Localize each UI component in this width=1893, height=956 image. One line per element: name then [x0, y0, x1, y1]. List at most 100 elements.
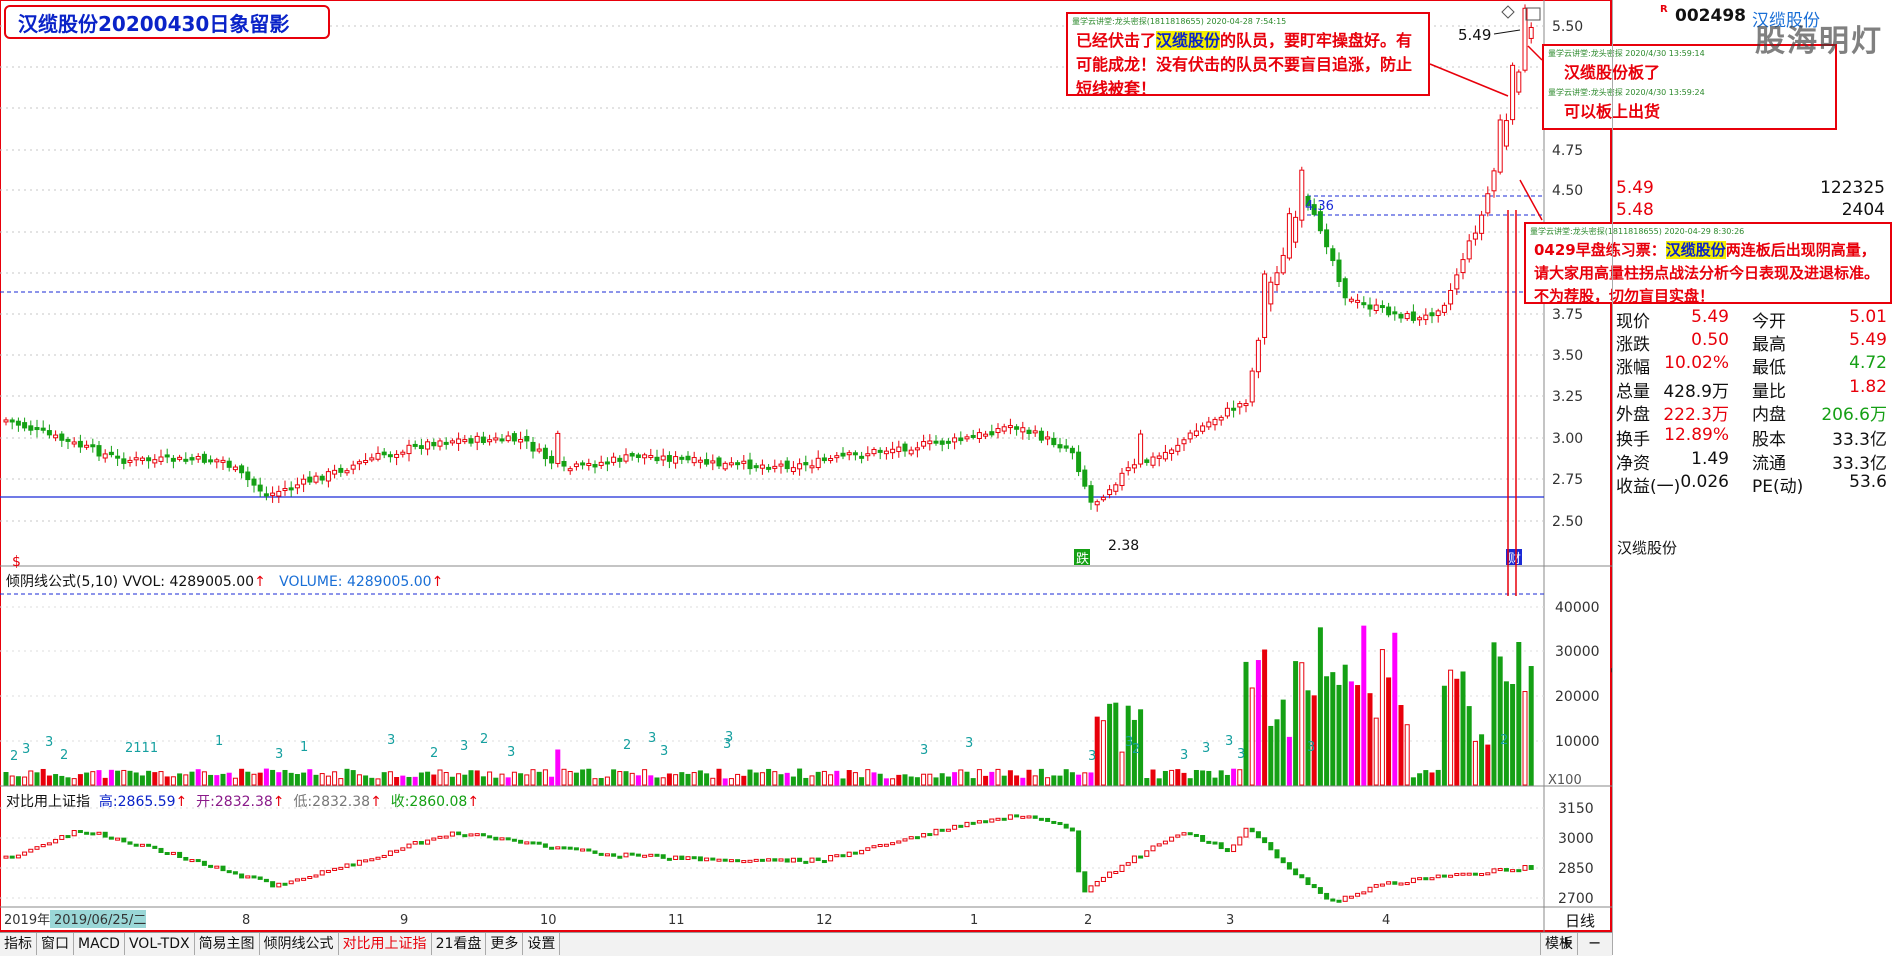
zoom-in-button[interactable]: +	[1560, 933, 1573, 952]
index-candle	[1305, 877, 1311, 886]
candle	[1181, 439, 1187, 445]
volume-indicator-header[interactable]: 倾阴线公式(5,10) VVOL: 4289005.00↑ VOLUME: 42…	[6, 571, 443, 591]
tab-vol-tdx[interactable]: VOL-TDX	[125, 933, 195, 955]
candle	[642, 454, 648, 459]
quote-label: 最高	[1752, 335, 1786, 355]
volume-bar	[270, 769, 276, 786]
index-candle	[846, 851, 852, 858]
candle	[933, 440, 939, 444]
volume-marker-number: 3	[275, 747, 283, 762]
annotation-note-1[interactable]: 量学云讲堂:龙头密探(1811818655) 2020-04-28 7:54:1…	[1066, 12, 1430, 98]
tab-21-panel[interactable]: 21看盘	[432, 933, 487, 955]
annotation-arrow	[1519, 179, 1543, 221]
volume-bar	[840, 778, 846, 786]
index-candle	[518, 839, 524, 844]
volume-bar	[133, 772, 139, 786]
volume-bar	[958, 769, 964, 786]
volume-bar	[834, 770, 840, 786]
candle	[735, 462, 741, 466]
index-candle	[549, 846, 555, 850]
index-candle	[487, 835, 493, 839]
candle	[1274, 272, 1280, 286]
tab-more[interactable]: 更多	[486, 933, 524, 955]
candle	[722, 462, 728, 470]
candle	[567, 468, 573, 472]
candle	[970, 434, 976, 438]
volume-bar	[1491, 642, 1497, 786]
index-candle	[939, 828, 945, 832]
quote-label: 换手	[1616, 430, 1650, 450]
index-candle	[1404, 882, 1410, 886]
index-candle	[1212, 841, 1218, 845]
volume-marker-number: 2	[1500, 733, 1508, 748]
volume-bar	[1386, 677, 1392, 786]
volume-bar	[28, 770, 34, 786]
tab-simple-main[interactable]: 简易主图	[195, 933, 260, 955]
candle	[1466, 240, 1472, 260]
index-candle	[1503, 868, 1509, 872]
candle	[945, 440, 951, 444]
index-indicator-header[interactable]: 对比用上证指 高:2865.59↑ 开:2832.38↑ 低:2832.38↑ …	[6, 791, 479, 811]
tab-index-compare[interactable]: 对比用上证指	[339, 933, 432, 955]
index-candle	[691, 856, 697, 860]
zoom-out-button[interactable]: −	[1588, 933, 1601, 952]
quote-label: 收益(一)	[1616, 477, 1681, 497]
tab-indicator[interactable]: 指标	[0, 933, 37, 955]
index-candle	[666, 857, 672, 861]
candle	[201, 453, 207, 463]
candle	[425, 441, 431, 450]
volume-bar	[1528, 666, 1534, 786]
candle	[797, 463, 803, 470]
index-candle	[511, 838, 517, 842]
candle	[1051, 437, 1057, 446]
index-candle	[877, 844, 883, 848]
candle	[1342, 278, 1348, 299]
index-candle	[1255, 831, 1261, 839]
candle	[71, 441, 77, 445]
tab-window[interactable]: 窗口	[37, 933, 74, 955]
candle	[1293, 216, 1299, 243]
volume-bar	[1082, 772, 1088, 786]
candle	[1138, 433, 1144, 465]
volume-bar	[468, 770, 474, 786]
index-candle	[1342, 895, 1348, 902]
index-candle	[1423, 877, 1429, 881]
volume-marker-number: 2	[60, 748, 68, 763]
tab-macd[interactable]: MACD	[74, 933, 125, 955]
volume-bar	[1268, 725, 1274, 786]
volume-bar	[666, 773, 672, 786]
volume-bar	[914, 777, 920, 786]
candle	[1286, 213, 1292, 259]
index-candle	[1311, 884, 1317, 889]
index-candle	[1274, 849, 1280, 859]
candle	[468, 438, 474, 444]
volume-axis-label: 10000	[1555, 734, 1600, 750]
quote-value: 1.82	[1849, 377, 1887, 397]
quote-value: 10.02%	[1664, 353, 1729, 373]
candle	[1268, 281, 1274, 305]
volume-bar	[15, 776, 21, 786]
index-axis-label: 3000	[1558, 831, 1594, 847]
index-candle	[710, 857, 716, 861]
index-candle	[958, 824, 964, 828]
index-candle	[530, 841, 536, 845]
volume-bar	[803, 777, 809, 786]
candle	[1169, 449, 1175, 454]
tab-settings[interactable]: 设置	[523, 933, 561, 955]
volume-bar	[623, 771, 629, 786]
volume-bar	[1305, 690, 1311, 786]
candle	[1237, 403, 1243, 408]
volume-bar	[276, 772, 282, 786]
candle	[1119, 472, 1125, 487]
index-candle	[1249, 827, 1255, 833]
candle	[1485, 193, 1491, 214]
volume-bar	[1169, 769, 1175, 786]
index-candle	[766, 858, 772, 862]
index-candle	[623, 852, 629, 858]
candle	[239, 465, 245, 474]
tab-yin-formula[interactable]: 倾阴线公式	[260, 933, 339, 955]
index-candle	[809, 857, 815, 863]
index-low: 2832.38	[312, 794, 371, 810]
index-candle	[772, 858, 778, 862]
index-candle	[1479, 873, 1485, 877]
